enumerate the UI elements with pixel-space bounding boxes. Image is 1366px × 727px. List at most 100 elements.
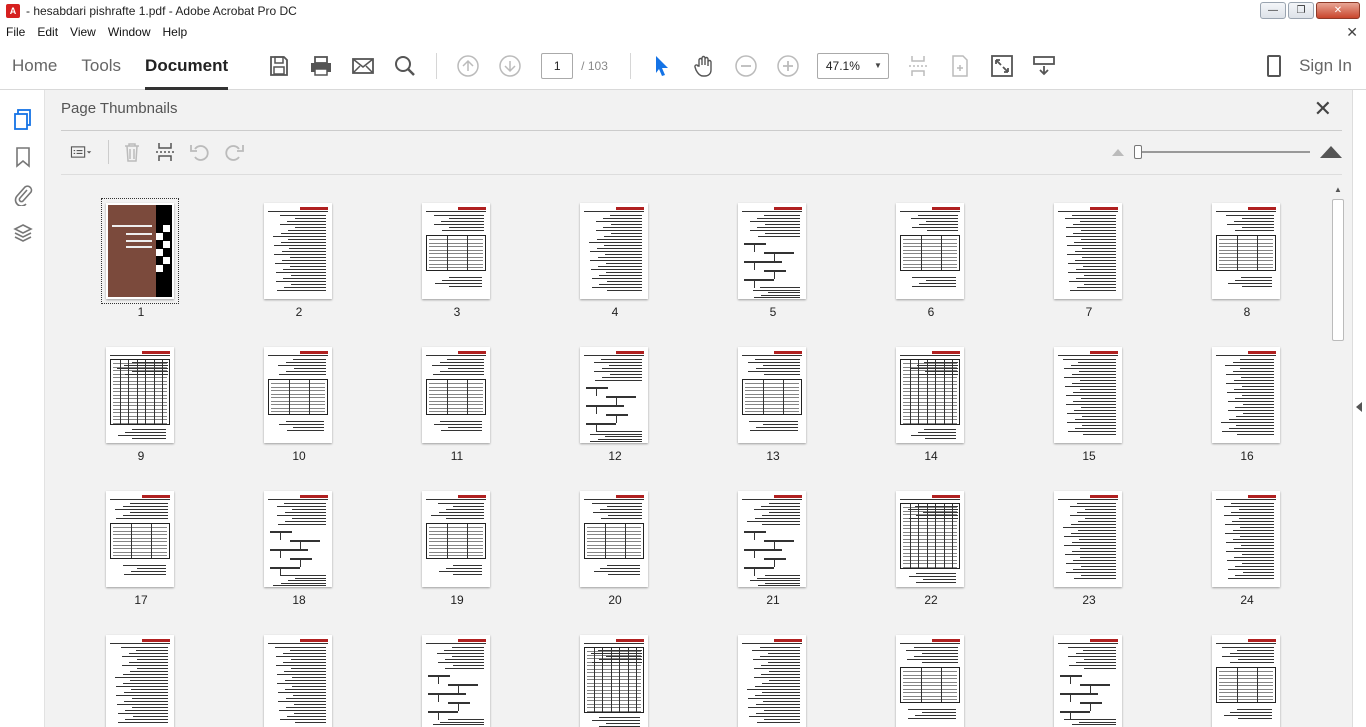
- page-thumbnail[interactable]: 27: [377, 617, 537, 727]
- fit-page-icon[interactable]: [902, 50, 934, 82]
- title-bar: A - hesabdari pishrafte 1.pdf - Adobe Ac…: [0, 0, 1366, 22]
- tab-tools[interactable]: Tools: [69, 42, 133, 90]
- hand-tool-icon[interactable]: [688, 50, 720, 82]
- fit-width-icon[interactable]: [944, 50, 976, 82]
- page-header-line: [742, 211, 802, 212]
- thumbnail-page-number: 12: [608, 449, 622, 463]
- page-thumbnail[interactable]: 13: [693, 329, 853, 469]
- text-line: [1077, 512, 1116, 513]
- slider-track[interactable]: [1134, 145, 1310, 159]
- table-row-line: [271, 404, 325, 405]
- rotate-left-icon[interactable]: [183, 138, 217, 166]
- page-thumbnail[interactable]: 5: [693, 185, 853, 325]
- text-line: [605, 254, 642, 255]
- page-thumbnail[interactable]: 30: [851, 617, 1011, 727]
- menu-file[interactable]: File: [0, 25, 31, 39]
- tab-home[interactable]: Home: [0, 42, 69, 90]
- page-thumbnail[interactable]: 16: [1167, 329, 1321, 469]
- table-row-line: [903, 542, 957, 543]
- page-thumbnail[interactable]: 26: [219, 617, 379, 727]
- zoom-out-icon[interactable]: [730, 50, 762, 82]
- scroll-up-icon[interactable]: ▲: [1334, 185, 1342, 194]
- page-thumbnail[interactable]: 6: [851, 185, 1011, 325]
- menu-help[interactable]: Help: [157, 25, 194, 39]
- menu-window[interactable]: Window: [102, 25, 157, 39]
- text-line: [131, 429, 166, 430]
- vertical-scrollbar[interactable]: ▲: [1330, 185, 1346, 727]
- page-thumbnail[interactable]: 7: [1009, 185, 1169, 325]
- page-thumbnail[interactable]: 1: [61, 185, 221, 325]
- text-line: [1226, 392, 1274, 393]
- page-thumbnail[interactable]: 12: [535, 329, 695, 469]
- menu-edit[interactable]: Edit: [31, 25, 64, 39]
- page-thumbnail[interactable]: 11: [377, 329, 537, 469]
- text-line: [761, 515, 800, 516]
- split-pages-icon[interactable]: [149, 138, 183, 166]
- read-mode-icon[interactable]: [1028, 50, 1060, 82]
- page-thumbnail[interactable]: 24: [1167, 473, 1321, 613]
- previous-page-icon[interactable]: [452, 50, 484, 82]
- page-thumbnail[interactable]: 19: [377, 473, 537, 613]
- page-thumbnail[interactable]: 8: [1167, 185, 1321, 325]
- page-thumbnail[interactable]: 18: [219, 473, 379, 613]
- sign-in-area[interactable]: Sign In: [1267, 42, 1352, 90]
- scrollbar-thumb[interactable]: [1332, 199, 1344, 341]
- expand-right-pane-icon[interactable]: [1356, 402, 1362, 412]
- close-document-icon[interactable]: ✕: [1346, 24, 1358, 41]
- email-icon[interactable]: [347, 50, 379, 82]
- rotate-right-icon[interactable]: [217, 138, 251, 166]
- page-thumbnail[interactable]: 15: [1009, 329, 1169, 469]
- sign-in-button[interactable]: Sign In: [1299, 56, 1352, 76]
- full-screen-icon[interactable]: [986, 50, 1018, 82]
- slider-handle[interactable]: [1134, 145, 1142, 159]
- options-menu-icon[interactable]: [61, 138, 101, 166]
- tab-document[interactable]: Document: [133, 42, 240, 90]
- page-header-line: [900, 499, 960, 500]
- minimize-button[interactable]: —: [1260, 2, 1286, 19]
- table-graphic: [1216, 235, 1276, 271]
- right-pane-collapse[interactable]: [1352, 90, 1366, 727]
- zoom-dropdown[interactable]: 47.1% ▼: [816, 52, 889, 79]
- page-thumbnail[interactable]: 4: [535, 185, 695, 325]
- page-thumbnail[interactable]: 25: [61, 617, 221, 727]
- next-page-icon[interactable]: [494, 50, 526, 82]
- page-thumbnail[interactable]: 31: [1009, 617, 1169, 727]
- search-icon[interactable]: [389, 50, 421, 82]
- close-panel-icon[interactable]: ✕: [1314, 98, 1332, 120]
- text-line: [926, 221, 958, 222]
- select-cursor-icon[interactable]: [646, 50, 678, 82]
- attachments-icon[interactable]: [0, 176, 45, 214]
- menu-view[interactable]: View: [64, 25, 102, 39]
- page-thumbnail[interactable]: 21: [693, 473, 853, 613]
- close-window-button[interactable]: ✕: [1316, 2, 1360, 19]
- table-row-line: [903, 674, 957, 676]
- thumbnail-size-slider[interactable]: [1112, 142, 1342, 162]
- page-thumbnail[interactable]: 28: [535, 617, 695, 727]
- save-icon[interactable]: [263, 50, 295, 82]
- page-thumbnail[interactable]: 22: [851, 473, 1011, 613]
- page-thumbnail[interactable]: 9: [61, 329, 221, 469]
- diagram-bar: [744, 567, 774, 569]
- page-thumbnail[interactable]: 10: [219, 329, 379, 469]
- page-number-input[interactable]: 1: [541, 52, 574, 79]
- page-thumbnail[interactable]: 14: [851, 329, 1011, 469]
- zoom-in-icon[interactable]: [772, 50, 804, 82]
- thumbnail-page-image: [738, 635, 806, 727]
- restore-button[interactable]: ❐: [1288, 2, 1314, 19]
- layers-icon[interactable]: [0, 214, 45, 252]
- page-thumbnail[interactable]: 20: [535, 473, 695, 613]
- page-thumbnails-icon[interactable]: [0, 100, 45, 138]
- page-thumbnail[interactable]: 17: [61, 473, 221, 613]
- print-icon[interactable]: [305, 50, 337, 82]
- diagram-connector: [596, 388, 597, 396]
- page-thumbnail[interactable]: 2: [219, 185, 379, 325]
- delete-pages-icon[interactable]: [115, 138, 149, 166]
- page-thumbnail[interactable]: 29: [693, 617, 853, 727]
- page-thumbnail[interactable]: 3: [377, 185, 537, 325]
- bookmarks-icon[interactable]: [0, 138, 45, 176]
- page-thumbnail[interactable]: 23: [1009, 473, 1169, 613]
- page-thumbnail[interactable]: 32: [1167, 617, 1321, 727]
- text-line: [1074, 251, 1116, 252]
- text-line: [923, 579, 956, 580]
- text-line: [293, 368, 326, 369]
